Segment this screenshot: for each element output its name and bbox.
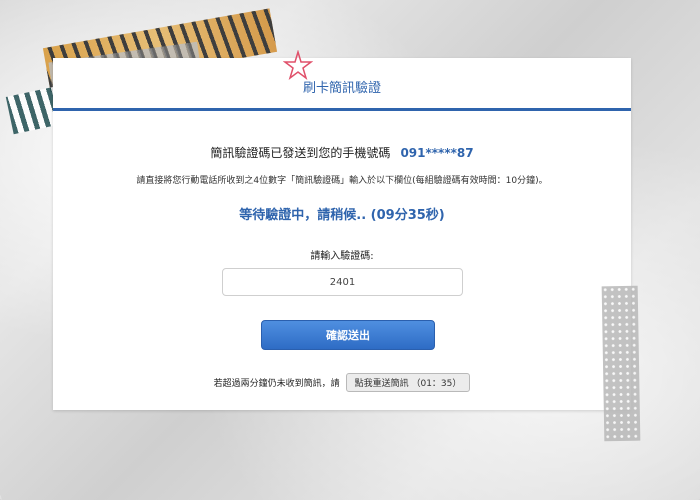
sms-verification-panel: 刷卡簡訊驗證 簡訊驗證碼已發送到您的手機號碼 091*****87 請直接將您行動… xyxy=(53,50,631,410)
phone-number: 091*****87 xyxy=(400,146,474,160)
page-title: 刷卡簡訊驗證 xyxy=(302,81,381,96)
resend-prompt: 若超過兩分鐘仍未收到簡訊，請 xyxy=(213,379,340,389)
sms-sent-text: 簡訊驗證碼已發送到您的手機號碼 xyxy=(210,146,391,160)
submit-button[interactable]: 確認送出 xyxy=(261,320,435,350)
instruction-text: 請直接將您行動電話所收到之4位數字「簡訊驗證碼」輸入於以下欄位(每組驗證碼有效時… xyxy=(136,176,548,186)
resend-row: 若超過兩分鐘仍未收到簡訊，請 點我重送簡訊 （01：35） xyxy=(53,373,631,392)
star-doodle-icon xyxy=(283,50,313,80)
panel-header: 刷卡簡訊驗證 xyxy=(53,50,631,111)
sms-sent-message: 簡訊驗證碼已發送到您的手機號碼 091*****87 xyxy=(53,144,631,161)
waiting-status: 等待驗證中，請稍候.. (09分35秒) xyxy=(239,208,445,223)
code-input-label: 請輸入驗證碼: xyxy=(310,251,374,262)
resend-sms-button[interactable]: 點我重送簡訊 （01：35） xyxy=(345,373,471,392)
decorative-tape-dotted xyxy=(601,285,641,442)
verification-code-input[interactable] xyxy=(222,268,463,296)
